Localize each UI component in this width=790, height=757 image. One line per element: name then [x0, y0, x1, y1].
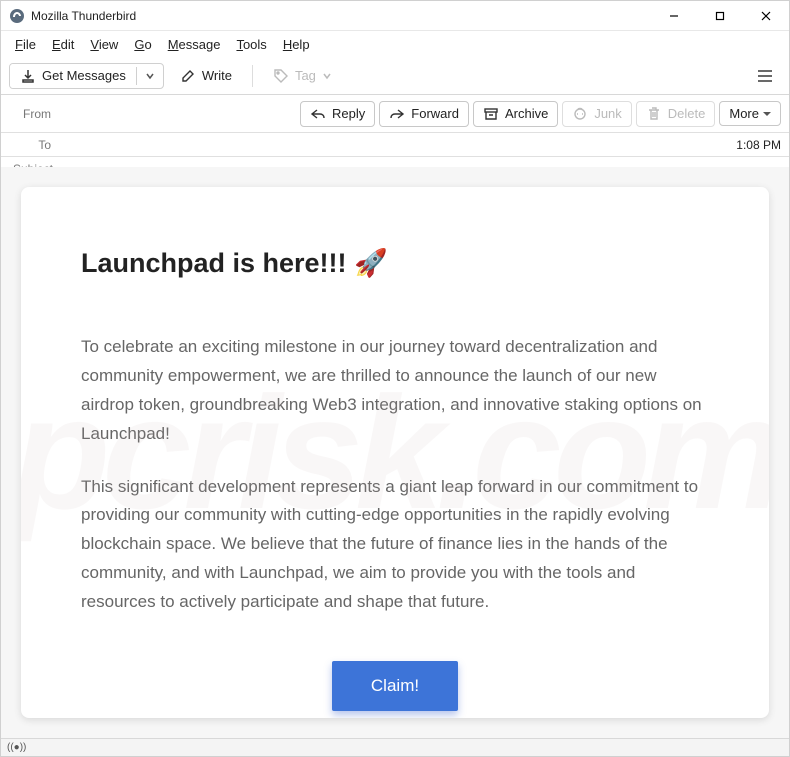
email-paragraph-1: To celebrate an exciting milestone in ou… [81, 333, 709, 449]
delete-label: Delete [668, 106, 706, 121]
archive-icon [483, 106, 499, 122]
forward-label: Forward [411, 106, 459, 121]
menu-edit[interactable]: Edit [44, 34, 82, 55]
window-title: Mozilla Thunderbird [31, 9, 651, 23]
forward-button[interactable]: Forward [379, 101, 469, 127]
reply-button[interactable]: Reply [300, 101, 375, 127]
tag-icon [273, 68, 289, 84]
email-heading: Launchpad is here!!! 🚀 [81, 247, 709, 279]
message-time: 1:08 PM [736, 138, 781, 152]
email-card: pcrisk.com Launchpad is here!!! 🚀 To cel… [21, 187, 769, 718]
get-messages-split: Get Messages [9, 63, 164, 89]
get-messages-button[interactable]: Get Messages [10, 64, 136, 88]
claim-button[interactable]: Claim! [332, 661, 458, 711]
menu-go[interactable]: Go [126, 34, 159, 55]
junk-label: Junk [594, 106, 621, 121]
maximize-button[interactable] [697, 1, 743, 31]
chevron-down-icon [763, 112, 771, 116]
archive-label: Archive [505, 106, 548, 121]
write-button[interactable]: Write [170, 63, 242, 89]
delete-button[interactable]: Delete [636, 101, 716, 127]
junk-button[interactable]: Junk [562, 101, 631, 127]
menu-file[interactable]: File [7, 34, 44, 55]
junk-icon [572, 106, 588, 122]
menu-help[interactable]: Help [275, 34, 318, 55]
thunderbird-app-icon [9, 8, 25, 24]
title-bar: Mozilla Thunderbird [1, 1, 789, 31]
menu-message[interactable]: Message [160, 34, 229, 55]
message-body-panel: pcrisk.com Launchpad is here!!! 🚀 To cel… [1, 167, 789, 738]
app-menu-button[interactable] [749, 62, 781, 90]
tag-label: Tag [295, 68, 316, 83]
get-messages-dropdown[interactable] [136, 67, 163, 85]
to-row: To 1:08 PM [1, 133, 789, 157]
message-header-row: From Reply Forward Archive Junk Delete M… [1, 95, 789, 133]
minimize-button[interactable] [651, 1, 697, 31]
trash-icon [646, 106, 662, 122]
window-controls [651, 1, 789, 31]
forward-icon [389, 106, 405, 122]
download-icon [20, 68, 36, 84]
tag-button[interactable]: Tag [263, 63, 342, 89]
email-paragraph-2: This significant development represents … [81, 473, 709, 617]
more-button[interactable]: More [719, 101, 781, 126]
write-label: Write [202, 68, 232, 83]
more-label: More [729, 106, 759, 121]
reply-label: Reply [332, 106, 365, 121]
status-bar: ((●)) [1, 738, 789, 756]
menu-bar: File Edit View Go Message Tools Help [1, 31, 789, 57]
toolbar-separator [252, 65, 253, 87]
toolbar: Get Messages Write Tag [1, 57, 789, 95]
menu-tools[interactable]: Tools [228, 34, 274, 55]
to-label: To [9, 138, 53, 152]
archive-button[interactable]: Archive [473, 101, 558, 127]
chevron-down-icon [322, 71, 332, 81]
get-messages-label: Get Messages [42, 68, 126, 83]
reply-icon [310, 106, 326, 122]
from-label: From [9, 107, 53, 121]
close-button[interactable] [743, 1, 789, 31]
menu-view[interactable]: View [82, 34, 126, 55]
pencil-icon [180, 68, 196, 84]
online-status-icon[interactable]: ((●)) [7, 742, 26, 753]
